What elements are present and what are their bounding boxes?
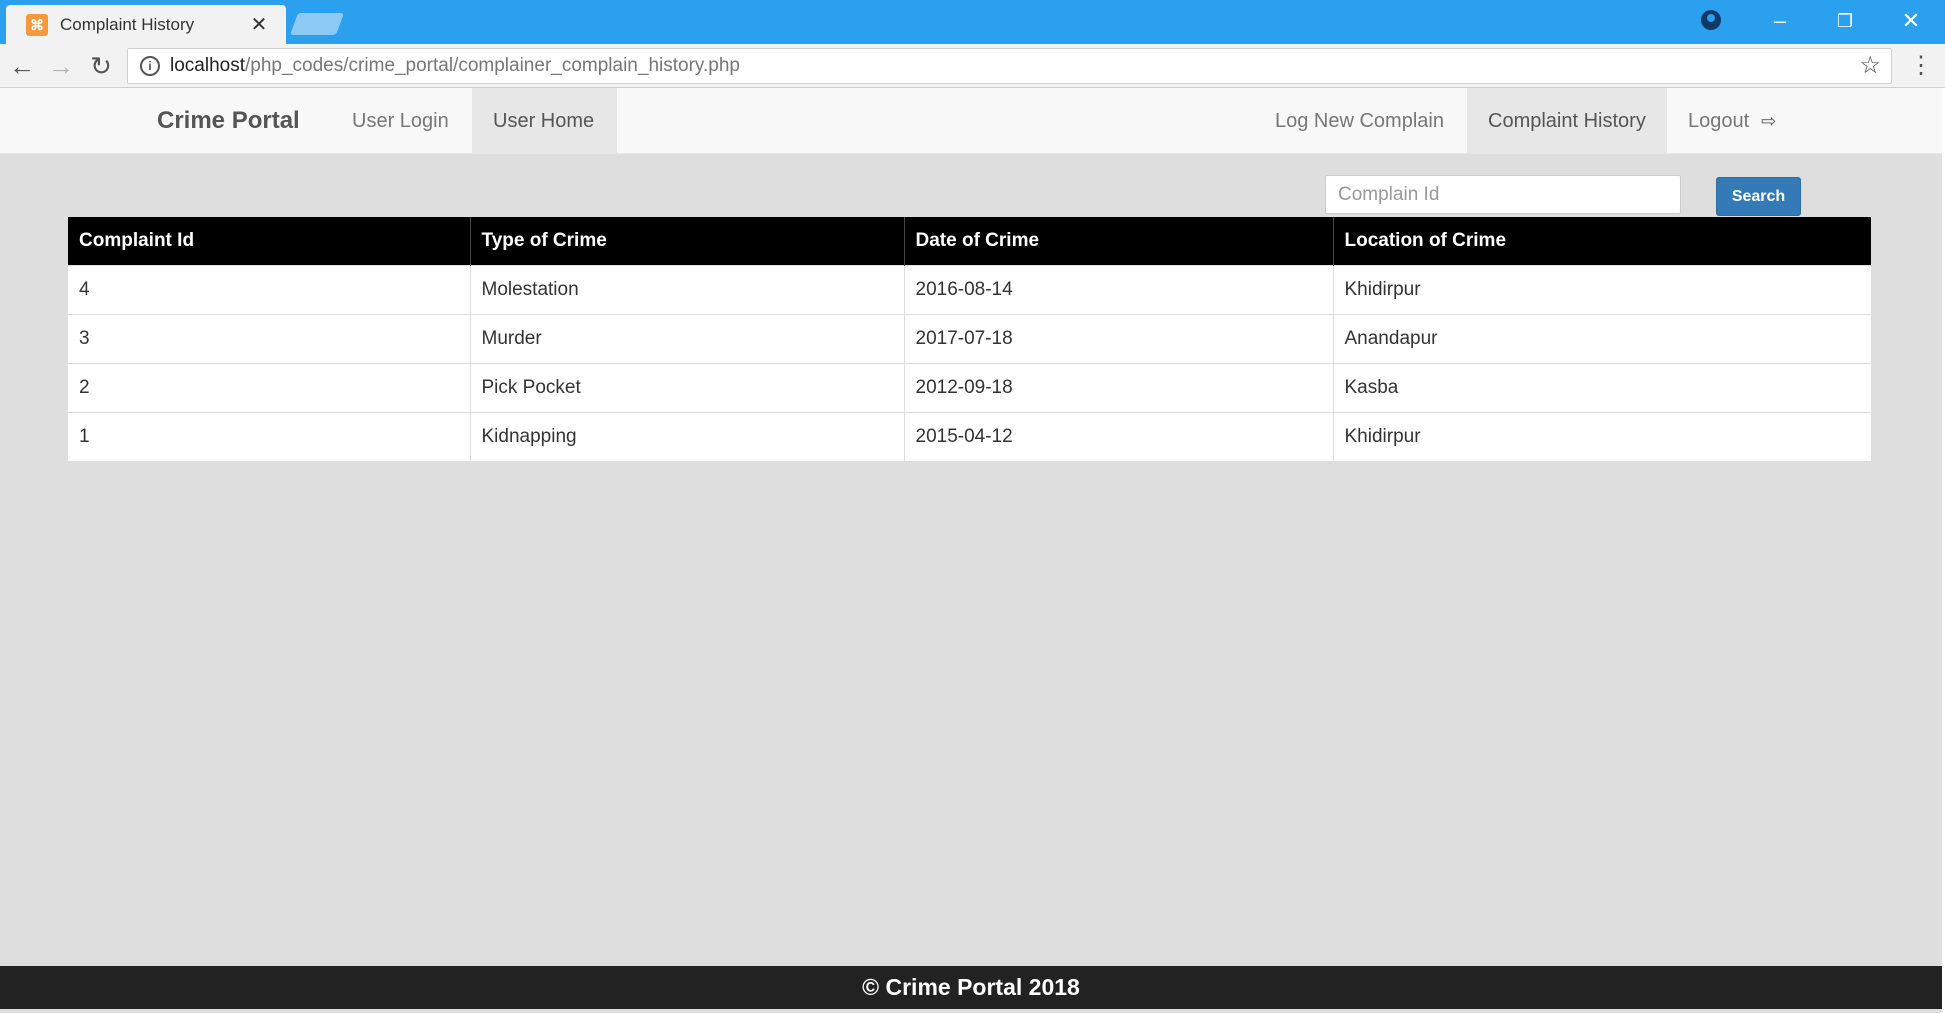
restore-icon[interactable]: ❐ [1825, 6, 1865, 36]
header-location-of-crime: Location of Crime [1333, 217, 1871, 265]
header-type-of-crime: Type of Crime [470, 217, 905, 265]
table-row: 4 Molestation 2016-08-14 Khidirpur [68, 264, 1871, 314]
cell-date-of-crime: 2015-04-12 [904, 411, 1334, 461]
logout-icon: ⇨ [1761, 111, 1777, 131]
cell-date-of-crime: 2012-09-18 [904, 362, 1334, 412]
header-date-of-crime: Date of Crime [904, 217, 1334, 265]
header-complaint-id: Complaint Id [68, 217, 471, 265]
new-tab-button[interactable] [289, 13, 345, 35]
search-button[interactable]: Search [1716, 177, 1801, 216]
reload-icon[interactable]: ↻ [85, 50, 117, 82]
bookmark-star-icon[interactable]: ☆ [1859, 51, 1881, 80]
close-window-icon[interactable]: ✕ [1891, 6, 1931, 36]
profile-icon[interactable] [1701, 10, 1721, 30]
url-path: /php_codes/crime_portal/complainer_compl… [245, 55, 740, 76]
browser-toolbar: ← → ↻ i localhost/php_codes/crime_portal… [0, 44, 1945, 88]
nav-user-login[interactable]: User Login [331, 88, 470, 154]
browser-menu-icon[interactable]: ⋮ [1906, 50, 1936, 82]
minimize-icon[interactable]: – [1760, 6, 1800, 36]
nav-complaint-history[interactable]: Complaint History [1467, 88, 1667, 154]
complaint-history-table: Complaint Id Type of Crime Date of Crime… [68, 217, 1871, 461]
info-icon[interactable]: i [140, 56, 160, 76]
table-row: 3 Murder 2017-07-18 Anandapur [68, 313, 1871, 363]
table-row: 2 Pick Pocket 2012-09-18 Kasba [68, 362, 1871, 412]
xampp-favicon-icon: ⌘ [26, 13, 48, 36]
cell-date-of-crime: 2016-08-14 [904, 264, 1334, 314]
page: Crime Portal User Login User Home Log Ne… [0, 88, 1945, 1013]
cell-location-of-crime: Khidirpur [1333, 264, 1871, 314]
complain-id-search-input[interactable] [1325, 175, 1681, 214]
cell-complaint-id: 3 [68, 313, 471, 363]
table-row: 1 Kidnapping 2015-04-12 Khidirpur [68, 411, 1871, 461]
nav-user-home[interactable]: User Home [472, 88, 617, 154]
brand-logo[interactable]: Crime Portal [157, 88, 300, 154]
table-header-row: Complaint Id Type of Crime Date of Crime… [68, 217, 1871, 265]
browser-titlebar: ⌘ Complaint History ✕ – ❐ ✕ [0, 0, 1945, 44]
close-tab-icon[interactable]: ✕ [248, 12, 270, 37]
cell-complaint-id: 1 [68, 411, 471, 461]
url-host: localhost [170, 55, 245, 76]
address-bar[interactable]: i localhost/php_codes/crime_portal/compl… [127, 48, 1892, 84]
tab-title: Complaint History [60, 14, 195, 34]
cell-type-of-crime: Pick Pocket [470, 362, 905, 412]
cell-date-of-crime: 2017-07-18 [904, 313, 1334, 363]
cell-complaint-id: 2 [68, 362, 471, 412]
cell-location-of-crime: Khidirpur [1333, 411, 1871, 461]
nav-logout[interactable]: Logout ⇨ [1667, 88, 1797, 154]
cell-location-of-crime: Kasba [1333, 362, 1871, 412]
forward-arrow-icon[interactable]: → [45, 50, 77, 82]
nav-logout-label: Logout [1688, 110, 1750, 132]
cell-type-of-crime: Kidnapping [470, 411, 905, 461]
site-navbar: Crime Portal User Login User Home Log Ne… [0, 88, 1942, 154]
cell-type-of-crime: Murder [470, 313, 905, 363]
nav-log-new-complain[interactable]: Log New Complain [1254, 88, 1465, 154]
cell-location-of-crime: Anandapur [1333, 313, 1871, 363]
cell-type-of-crime: Molestation [470, 264, 905, 314]
page-footer: © Crime Portal 2018 [0, 966, 1942, 1009]
page-viewport: Crime Portal User Login User Home Log Ne… [0, 88, 1942, 1013]
back-arrow-icon[interactable]: ← [6, 50, 38, 82]
cell-complaint-id: 4 [68, 264, 471, 314]
browser-tab[interactable]: ⌘ Complaint History ✕ [6, 5, 286, 44]
